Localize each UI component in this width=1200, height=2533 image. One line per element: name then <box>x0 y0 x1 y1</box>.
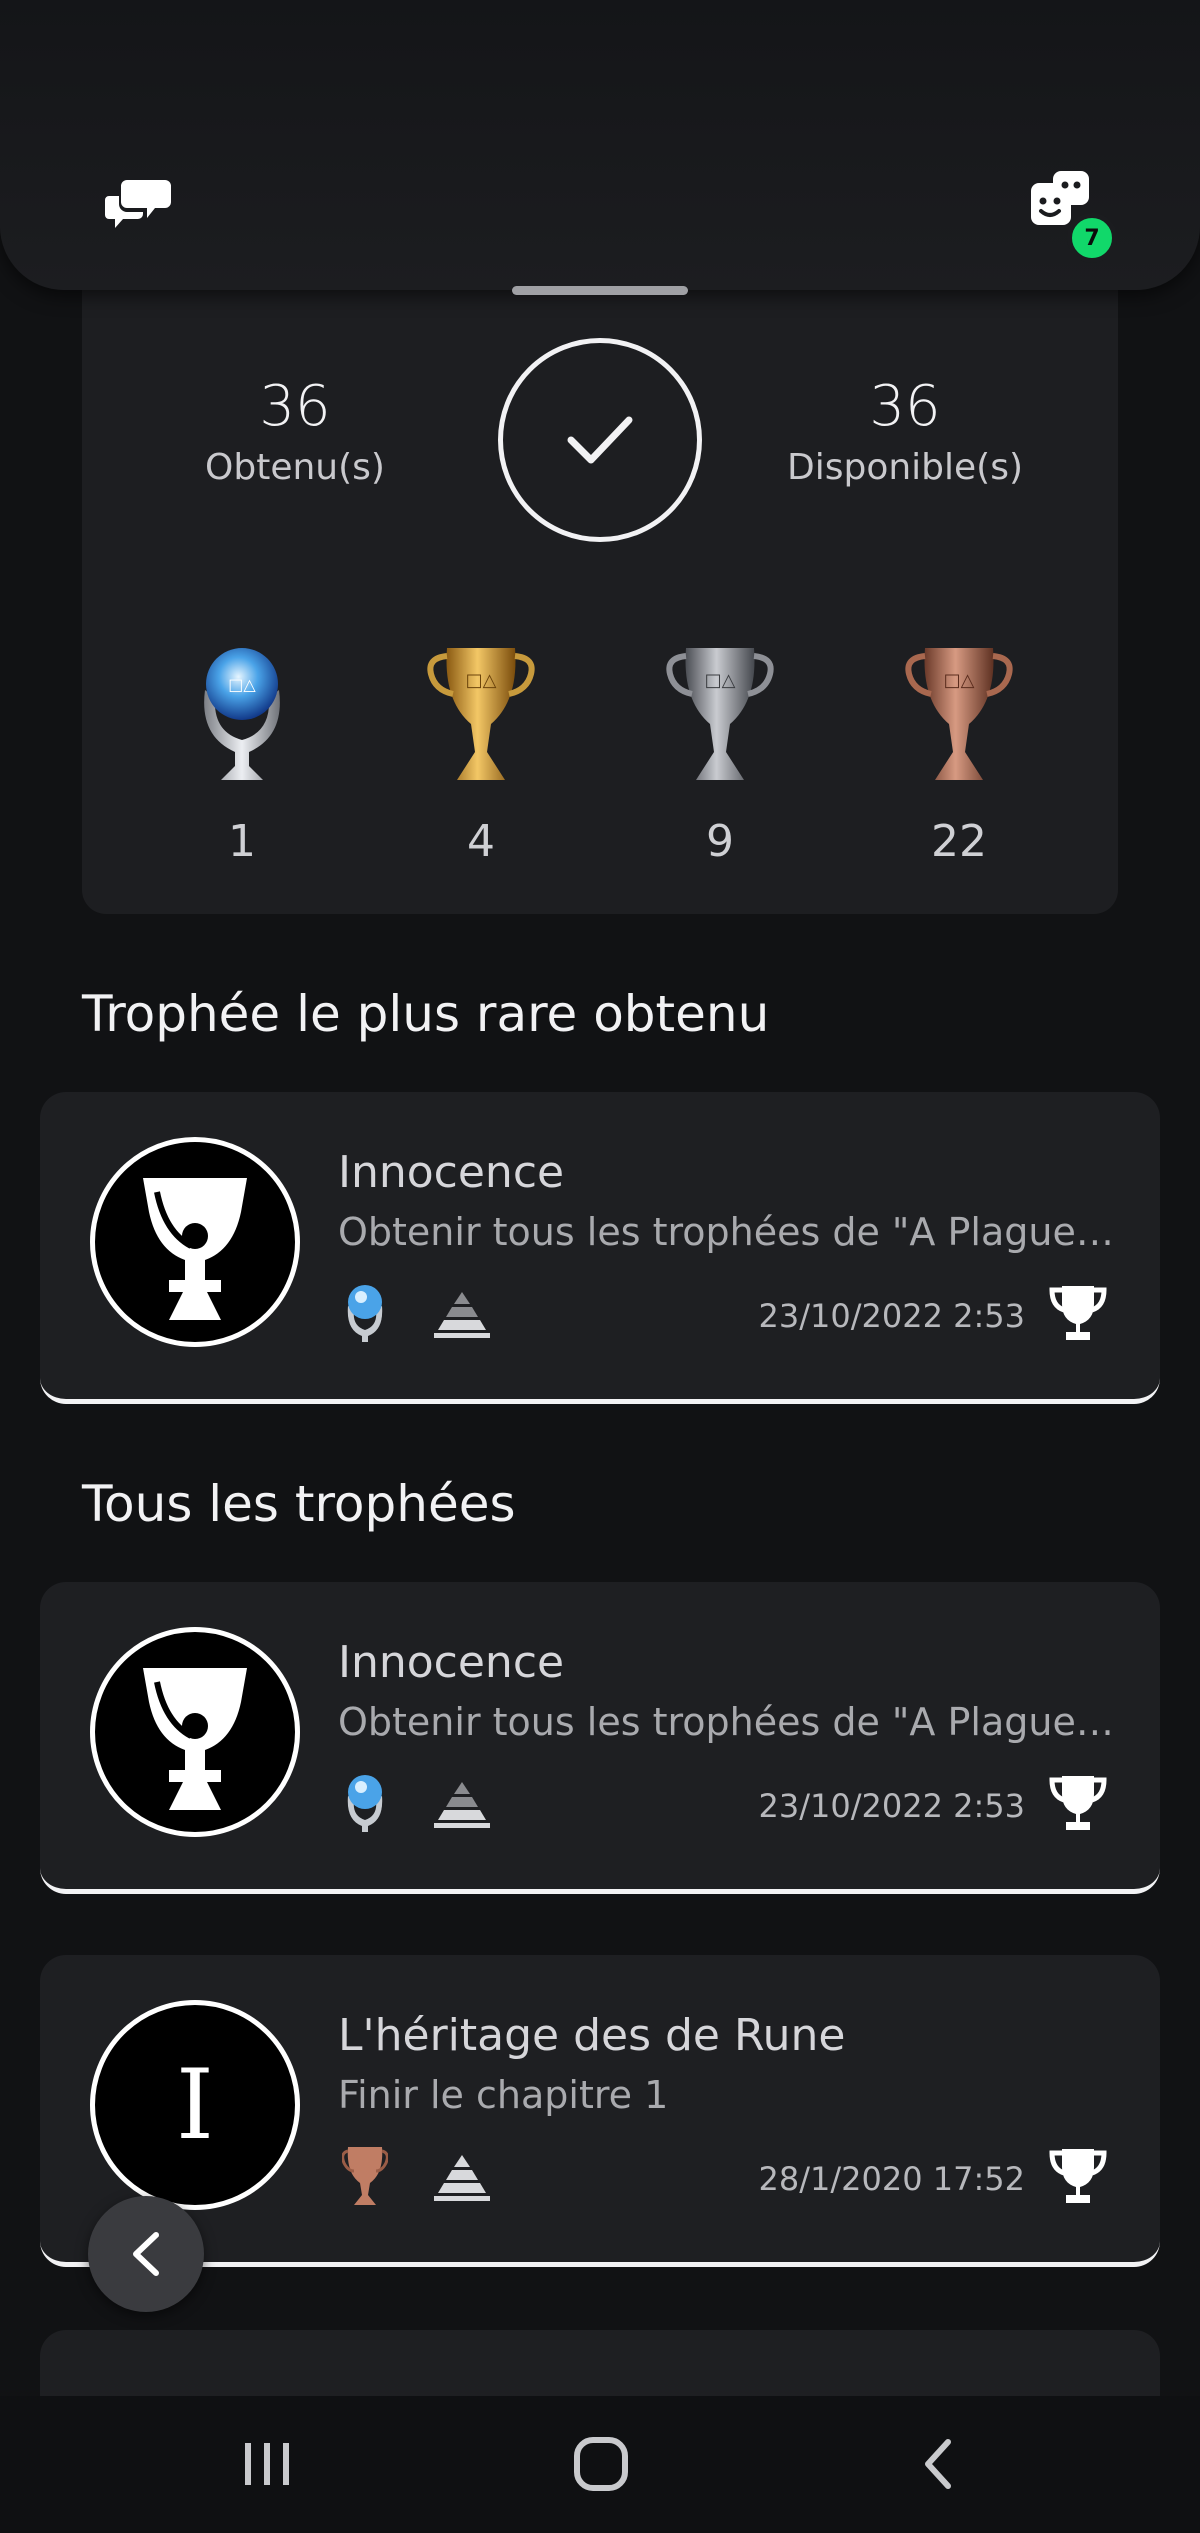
bronze-grade-icon <box>342 2147 388 2205</box>
trophy-row[interactable]: Innocence Obtenir tous les trophées de "… <box>40 1582 1160 1894</box>
svg-text:□△: □△ <box>228 675 256 694</box>
notification-badge: 7 <box>1067 213 1117 263</box>
gold-count: 4 <box>467 816 495 867</box>
drag-handle[interactable] <box>512 286 688 295</box>
earned-stat: 36 Obtenu(s) <box>145 374 445 488</box>
earned-date: 28/1/2020 17:52 <box>758 2160 1025 2198</box>
trophy-art-letter: I <box>90 2000 300 2210</box>
back-icon[interactable] <box>893 2424 983 2504</box>
bronze-trophy-icon: □△ <box>905 648 1013 780</box>
bronze-trophy-count: □△ 22 <box>889 640 1029 867</box>
silver-trophy-icon: □△ <box>666 648 774 780</box>
trophy-earned-icon <box>1049 2149 1107 2203</box>
trophy-earned-icon <box>1049 1286 1107 1340</box>
svg-text:□△: □△ <box>944 670 975 691</box>
rarity-pyramid-icon <box>434 1292 490 1338</box>
top-bar <box>0 0 1200 290</box>
earned-date: 23/10/2022 2:53 <box>758 1787 1025 1825</box>
trophy-art-chalice <box>90 1137 300 1347</box>
platinum-trophy-icon: □△ <box>204 648 280 780</box>
chevron-left-icon <box>133 2232 159 2276</box>
trophy-row[interactable]: I L'héritage des de Rune Finir le chapit… <box>40 1955 1160 2267</box>
completion-check-icon <box>498 338 702 542</box>
home-icon[interactable] <box>556 2424 646 2504</box>
chat-bubbles-icon[interactable] <box>100 164 180 244</box>
platinum-grade-icon <box>347 1775 383 1832</box>
all-section-title: Tous les trophées <box>82 1475 516 1533</box>
trophy-earned-icon <box>1049 1776 1107 1830</box>
trophy-name: L'héritage des de Rune <box>338 2010 846 2061</box>
system-navigation-bar <box>0 2396 1200 2533</box>
back-fab-button[interactable] <box>88 2196 204 2312</box>
trophy-row[interactable]: Innocence Obtenir tous les trophées de "… <box>40 1092 1160 1404</box>
rarity-pyramid-icon <box>434 1782 490 1828</box>
trophy-art-chalice <box>90 1627 300 1837</box>
recent-apps-icon[interactable] <box>222 2424 312 2504</box>
earned-date: 23/10/2022 2:53 <box>758 1297 1025 1335</box>
earned-label: Obtenu(s) <box>205 447 385 488</box>
available-stat: 36 Disponible(s) <box>755 374 1055 488</box>
trophy-description: Finir le chapitre 1 <box>338 2073 669 2117</box>
silver-count: 9 <box>706 816 734 867</box>
trophy-art-letter-text: I <box>176 2049 214 2161</box>
trophy-name: Innocence <box>338 1147 565 1198</box>
rarest-section-title: Trophée le plus rare obtenu <box>82 985 770 1043</box>
trophy-description: Obtenir tous les trophées de "A Plague T… <box>338 1700 1118 1744</box>
svg-text:□△: □△ <box>466 670 497 691</box>
silver-trophy-count: □△ 9 <box>650 640 790 867</box>
bronze-count: 22 <box>931 816 987 867</box>
platinum-trophy-count: □△ 1 <box>172 640 312 867</box>
earned-count: 36 <box>259 374 331 439</box>
available-count: 36 <box>869 374 941 439</box>
trophy-name: Innocence <box>338 1637 565 1688</box>
rarity-pyramid-icon <box>434 2155 490 2201</box>
gold-trophy-count: □△ 4 <box>411 640 551 867</box>
svg-text:□△: □△ <box>705 670 736 691</box>
gold-trophy-icon: □△ <box>427 648 535 780</box>
platinum-grade-icon <box>347 1285 383 1342</box>
available-label: Disponible(s) <box>786 447 1024 488</box>
trophy-description: Obtenir tous les trophées de "A Plague T… <box>338 1210 1118 1254</box>
platinum-count: 1 <box>228 816 256 867</box>
